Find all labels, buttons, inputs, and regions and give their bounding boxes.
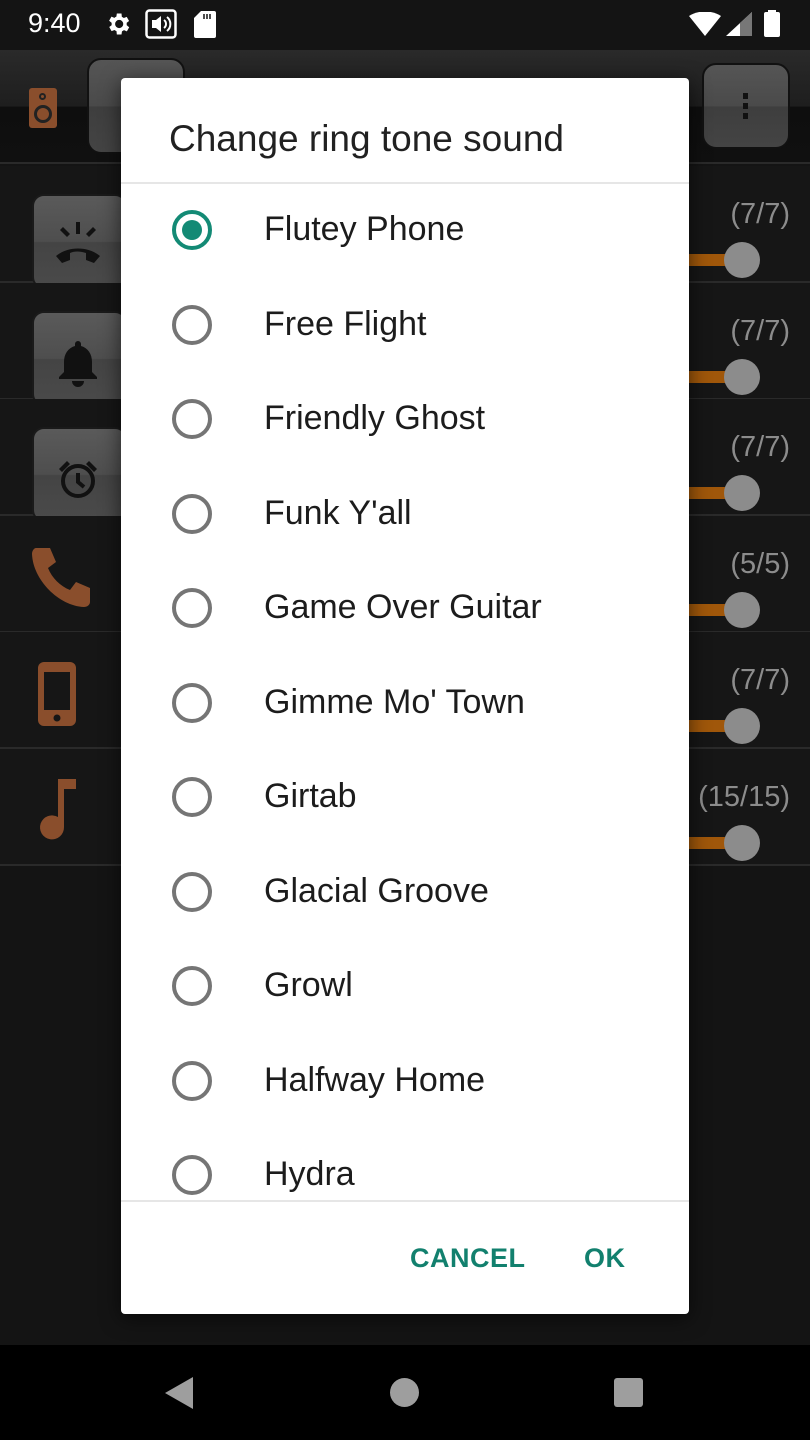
volume-slider-thumb[interactable] xyxy=(724,591,760,628)
radio-button[interactable] xyxy=(172,210,212,250)
radio-button[interactable] xyxy=(172,682,212,723)
ringtone-option[interactable]: Game Over Guitar xyxy=(121,562,689,656)
volume-count: (7/7) xyxy=(730,314,790,347)
speaker-icon xyxy=(29,88,57,128)
ringtone-label: Growl xyxy=(264,966,353,1004)
ringtone-option[interactable]: Growl xyxy=(121,940,689,1034)
navigation-bar xyxy=(0,1345,810,1440)
ringtone-label: Free Flight xyxy=(264,304,427,343)
radio-button[interactable] xyxy=(172,1155,212,1195)
volume-count: (7/7) xyxy=(730,198,790,230)
ringtone-label: Gimme Mo' Town xyxy=(264,682,525,721)
radio-button[interactable] xyxy=(172,871,212,912)
ringtone-option[interactable]: Halfway Home xyxy=(121,1035,689,1129)
radio-button[interactable] xyxy=(172,399,212,439)
volume-slider-thumb[interactable] xyxy=(724,475,760,511)
radio-button[interactable] xyxy=(172,493,212,534)
ringtone-option[interactable]: Gimme Mo' Town xyxy=(121,657,689,751)
ringtone-dialog: Change ring tone sound Flutey Phone Free … xyxy=(121,78,689,1314)
volume-icon xyxy=(145,9,177,44)
ringtone-label: Halfway Home xyxy=(264,1060,486,1099)
divider xyxy=(121,1200,689,1202)
ringtone-label: Flutey Phone xyxy=(264,210,465,248)
volume-slider-thumb[interactable] xyxy=(724,358,760,395)
volume-slider-thumb[interactable] xyxy=(724,824,760,861)
phone-icon xyxy=(30,536,118,629)
ringtone-option[interactable]: Glacial Groove xyxy=(121,846,689,940)
overflow-menu-button[interactable] xyxy=(702,63,790,149)
ringtone-label: Friendly Ghost xyxy=(264,399,486,437)
ringtone-label: Game Over Guitar xyxy=(264,588,542,626)
music-note-icon xyxy=(30,769,118,862)
smartphone-icon xyxy=(30,652,118,745)
ringtone-option[interactable]: Hydra xyxy=(121,1129,689,1200)
radio-button[interactable] xyxy=(172,304,212,345)
signal-icon xyxy=(726,12,752,41)
volume-count: (5/5) xyxy=(730,547,790,580)
recents-icon[interactable] xyxy=(614,1378,643,1407)
radio-button[interactable] xyxy=(172,777,212,817)
ringer-icon xyxy=(34,198,122,291)
ok-button[interactable]: OK xyxy=(584,1243,626,1274)
ringtone-label: Funk Y'all xyxy=(264,493,412,532)
ringtone-option[interactable]: Funk Y'all xyxy=(121,468,689,562)
volume-count: (15/15) xyxy=(698,780,790,813)
ringtone-label: Glacial Groove xyxy=(264,871,489,910)
volume-slider-thumb[interactable] xyxy=(724,708,760,744)
home-icon[interactable] xyxy=(390,1378,419,1407)
volume-count: (7/7) xyxy=(730,664,790,696)
radio-button[interactable] xyxy=(172,1060,212,1101)
ringtone-option[interactable]: Free Flight xyxy=(121,279,689,373)
more-vert-icon xyxy=(743,89,749,123)
dialog-title: Change ring tone sound xyxy=(169,118,564,159)
status-bar: 9:40 xyxy=(0,0,810,50)
ringtone-option[interactable]: Girtab xyxy=(121,751,689,845)
ringtone-label: Girtab xyxy=(264,777,357,815)
status-time: 9:40 xyxy=(28,8,81,38)
radio-button[interactable] xyxy=(172,966,212,1006)
battery-icon xyxy=(764,10,780,42)
bell-icon xyxy=(34,315,122,408)
cancel-button[interactable]: CANCEL xyxy=(410,1243,526,1274)
ringtone-option[interactable]: Friendly Ghost xyxy=(121,373,689,467)
volume-slider-thumb[interactable] xyxy=(724,242,760,278)
wifi-icon xyxy=(689,11,721,41)
back-icon[interactable] xyxy=(165,1377,193,1409)
ringtone-list[interactable]: Flutey Phone Free Flight Friendly Ghost Fun… xyxy=(121,184,689,1200)
ringtone-option[interactable]: Flutey Phone xyxy=(121,184,689,278)
ringtone-label: Hydra xyxy=(264,1155,355,1193)
volume-count: (7/7) xyxy=(730,431,790,463)
radio-button[interactable] xyxy=(172,588,212,628)
sd-card-icon xyxy=(194,11,216,43)
alarm-clock-icon xyxy=(34,431,122,524)
gear-icon xyxy=(104,10,132,43)
